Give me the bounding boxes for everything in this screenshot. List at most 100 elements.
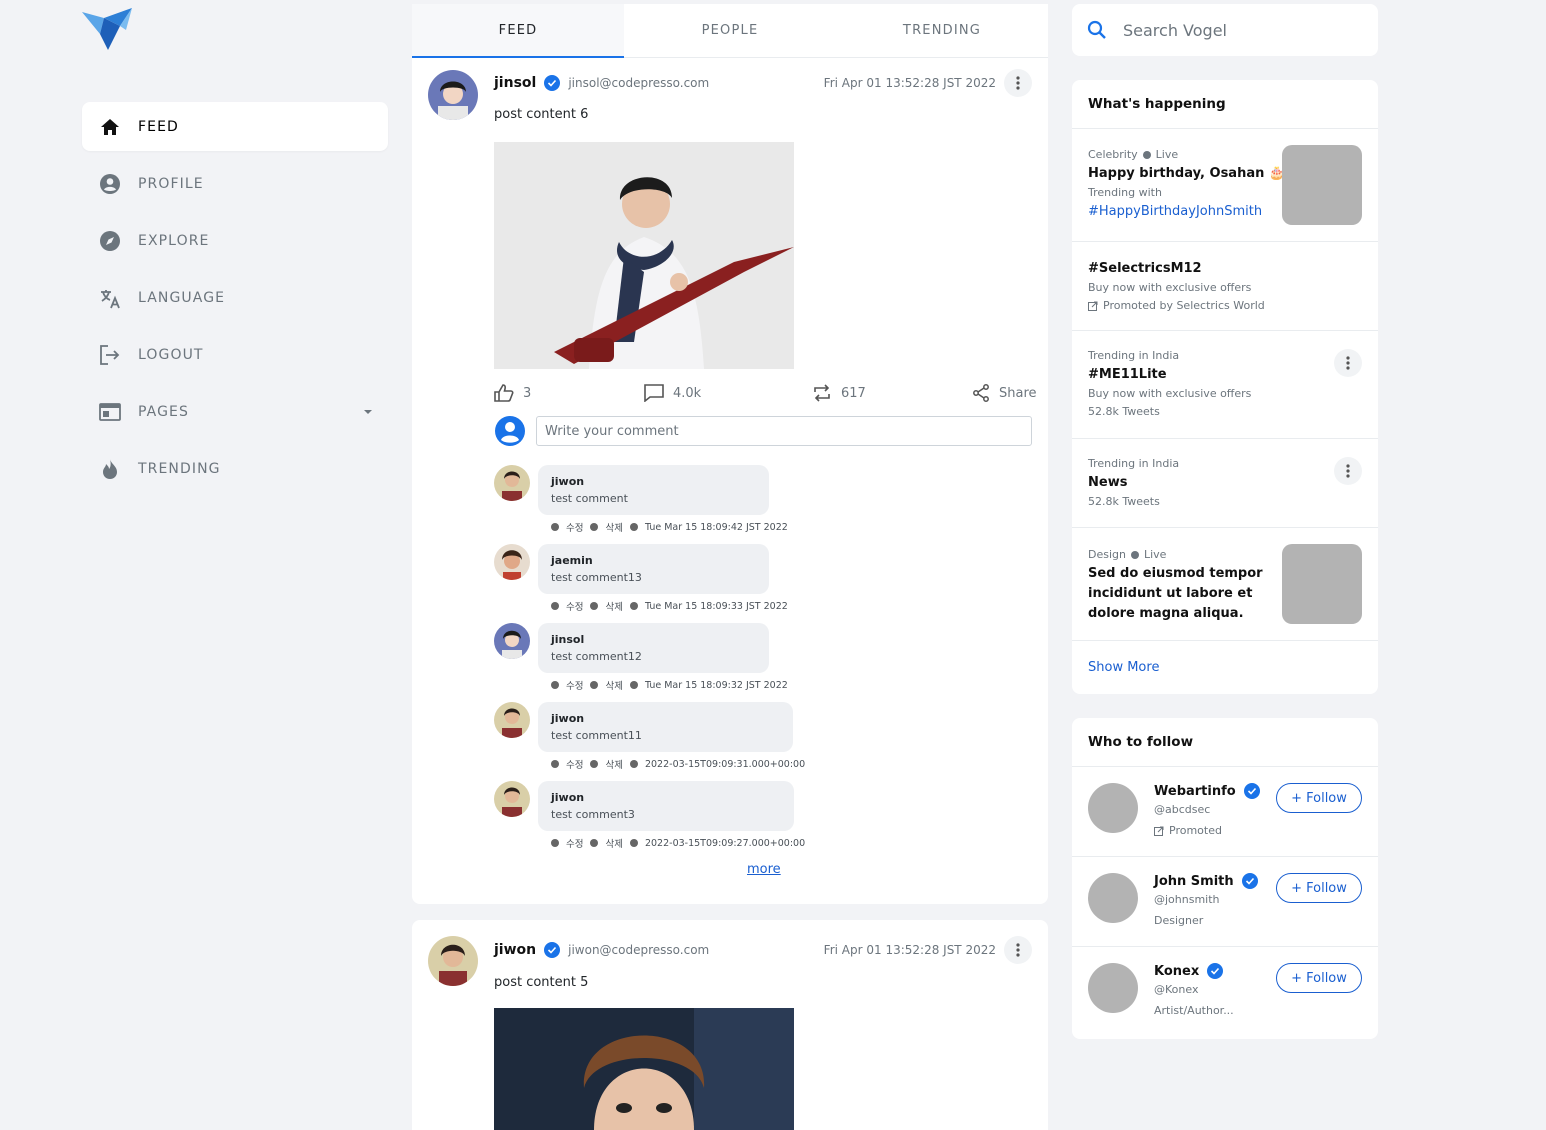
comment-edit-link[interactable]: 수정 [566,678,583,692]
post-card: jiwon jiwon@codepresso.com Fri Apr 01 13… [412,920,1048,1130]
share-button[interactable]: Share [972,384,1037,402]
trend-item[interactable]: Celebrity Live Happy birthday, Osahan 🎂 T… [1072,129,1378,242]
comment-item: jiwon test comment 수정 삭제 Tue Mar 15 18:0… [494,465,894,539]
comment-delete-link[interactable]: 삭제 [605,836,622,850]
comment-edit-link[interactable]: 수정 [566,757,583,771]
like-button[interactable]: 3 [494,384,531,402]
comment-author[interactable]: jiwon [551,710,780,727]
external-link-icon [1088,301,1098,311]
post-date: Fri Apr 01 13:52:28 JST 2022 [823,943,996,957]
search-input[interactable] [1123,20,1343,40]
more-options-icon[interactable] [1334,349,1362,377]
comment-avatar[interactable] [494,623,530,659]
more-options-icon[interactable] [1004,936,1032,964]
follow-name[interactable]: Webartinfo [1154,783,1268,799]
comment-author[interactable]: jinsol [551,631,756,648]
follow-button[interactable]: + Follow [1276,873,1362,903]
promoted-line: Promoted by Selectrics World [1088,297,1362,315]
sidebar-nav: FEED PROFILE EXPLORE LANGUAGE LOGOUT PAG… [82,102,388,501]
more-comments-link[interactable]: more [747,862,781,877]
trend-item[interactable]: Design Live Sed do eiusmod tempor incidid… [1072,528,1378,641]
panel-title: What's happening [1072,80,1378,129]
trend-thumbnail [1282,544,1362,624]
follow-suggestion: John Smith @johnsmith Designer + Follow [1072,857,1378,947]
logout-icon [99,344,121,366]
nav-item-language[interactable]: LANGUAGE [82,273,388,322]
retweet-button[interactable]: 617 [812,384,866,402]
avatar[interactable] [1088,963,1138,1013]
follow-name[interactable]: John Smith [1154,873,1266,889]
tab-feed[interactable]: FEED [412,4,624,58]
trend-item[interactable]: #SelectricsM12 Buy now with exclusive of… [1072,242,1378,331]
vogel-logo[interactable] [82,8,134,52]
follow-name[interactable]: Konex [1154,963,1231,979]
search-box[interactable] [1072,4,1378,56]
comment-delete-link[interactable]: 삭제 [605,520,622,534]
comment-edit-link[interactable]: 수정 [566,836,583,850]
nav-item-pages[interactable]: PAGES [82,387,388,436]
avatar[interactable] [1088,783,1138,833]
trend-title: Sed do eiusmod tempor incididunt ut labo… [1088,566,1263,621]
chevron-down-icon[interactable] [364,409,372,414]
follow-subtitle: Artist/Author... [1154,1004,1234,1017]
comment-author[interactable]: jiwon [551,473,756,490]
comment-delete-link[interactable]: 삭제 [605,757,622,771]
more-options-icon[interactable] [1334,457,1362,485]
follow-button[interactable]: + Follow [1276,963,1362,993]
comment-author[interactable]: jaemin [551,552,756,569]
verified-badge-icon [1241,873,1258,889]
nav-item-trending[interactable]: TRENDING [82,444,388,493]
nav-label: LOGOUT [138,346,204,363]
account-circle-icon [495,416,525,446]
post-image[interactable] [494,142,794,369]
comment-avatar[interactable] [494,465,530,501]
post-author-avatar[interactable] [428,936,478,986]
comment-edit-link[interactable]: 수정 [566,599,583,613]
comment-delete-link[interactable]: 삭제 [605,678,622,692]
post-author-avatar[interactable] [428,70,478,120]
comment-composer [494,414,1032,448]
nav-item-explore[interactable]: EXPLORE [82,216,388,265]
verified-badge-icon [544,75,561,91]
bullet-dot [551,523,559,531]
follow-name-text: Konex [1154,963,1200,979]
compass-icon [99,230,121,252]
comment-delete-link[interactable]: 삭제 [605,599,622,613]
comment-edit-link[interactable]: 수정 [566,520,583,534]
post-text: post content 6 [494,107,589,122]
post-author-name[interactable]: jiwon [494,942,536,958]
trend-item[interactable]: Trending in India #ME11Lite Buy now with… [1072,331,1378,439]
bullet-dot [590,760,599,768]
post-image[interactable] [494,1008,794,1130]
more-options-icon[interactable] [1004,69,1032,97]
comment-avatar[interactable] [494,702,530,738]
trend-title: News [1088,475,1128,490]
comment-bubble: jaemin test comment13 [538,544,769,594]
avatar[interactable] [1088,873,1138,923]
comment-date: Tue Mar 15 18:09:32 JST 2022 [644,679,788,691]
comment-button[interactable]: 4.0k [644,384,701,402]
tab-trending[interactable]: TRENDING [836,4,1048,57]
share-icon [973,384,989,402]
promoted-label: Promoted by Selectrics World [1103,299,1265,312]
trend-category: Trending in India [1088,349,1180,362]
comment-author[interactable]: jiwon [551,789,781,806]
comment-text: test comment12 [551,650,642,663]
trend-count: 52.8k Tweets [1088,495,1160,508]
bullet-dot [629,760,638,768]
comment-avatar[interactable] [494,781,530,817]
nav-item-feed[interactable]: FEED [82,102,388,151]
nav-item-logout[interactable]: LOGOUT [82,330,388,379]
follow-button[interactable]: + Follow [1276,783,1362,813]
comment-text: test comment13 [551,571,642,584]
comment-meta: 수정 삭제 2022-03-15T09:09:27.000+00:00 [551,836,812,850]
show-more-link[interactable]: Show More [1072,641,1378,693]
trend-count: 52.8k Tweets [1088,405,1160,418]
comment-avatar[interactable] [494,544,530,580]
bullet-dot [590,523,599,531]
trend-item[interactable]: Trending in India News 52.8k Tweets [1072,439,1378,528]
tab-people[interactable]: PEOPLE [624,4,836,57]
post-author-name[interactable]: jinsol [494,75,536,91]
nav-item-profile[interactable]: PROFILE [82,159,388,208]
comment-input[interactable] [536,416,1032,446]
